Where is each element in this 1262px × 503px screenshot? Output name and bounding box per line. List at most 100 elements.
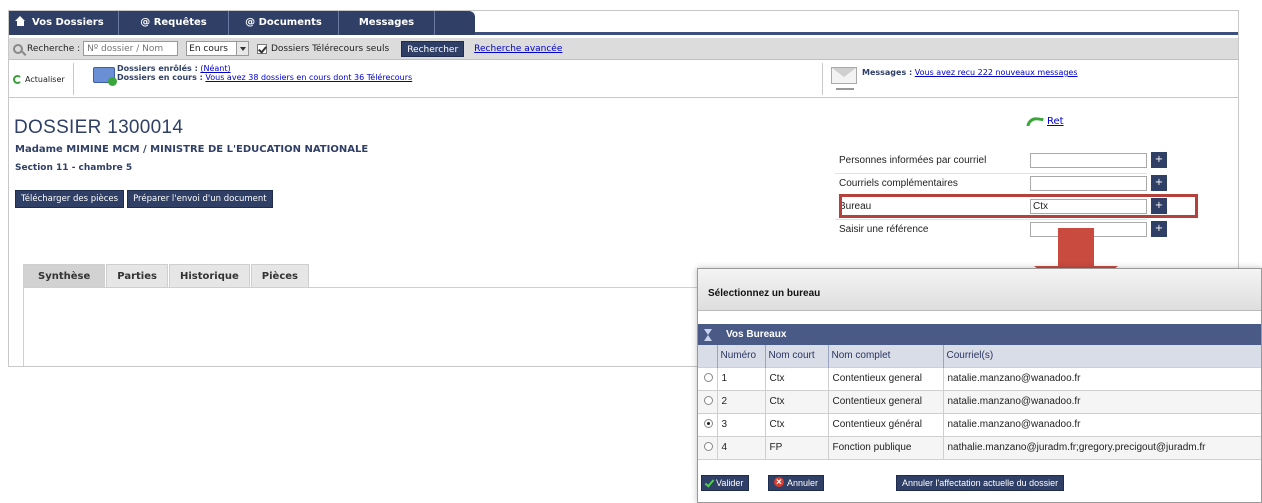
- hourglass-icon: [704, 328, 713, 341]
- cell-nom-court: Ctx: [764, 412, 829, 437]
- dossier-section: Section 11 - chambre 5: [15, 163, 133, 173]
- prepare-document-button[interactable]: Préparer l'envoi d'un document: [127, 190, 273, 208]
- tab-pieces[interactable]: Pièces: [250, 264, 309, 287]
- form-label: Courriels complémentaires: [839, 177, 958, 189]
- form-label: Saisir une référence: [839, 223, 929, 235]
- dossier-parties: Madame MIMINE MCM / MINISTRE DE L'EDUCAT…: [15, 144, 369, 155]
- cell-nom-complet: Contentieux general: [827, 366, 944, 391]
- bureau-radio[interactable]: [704, 372, 713, 382]
- back-link-group[interactable]: Ret: [1026, 115, 1064, 128]
- bureau-radio[interactable]: [704, 418, 713, 428]
- dialog-footer: Valider Annuler Annuler l'affectation ac…: [698, 475, 1261, 493]
- cell-courriel: natalie.manzano@wanadoo.fr: [942, 412, 1261, 437]
- cancel-label: Annuler: [787, 478, 819, 488]
- cancel-icon: [774, 475, 784, 490]
- add-email-button[interactable]: +: [1151, 175, 1167, 191]
- validate-button[interactable]: Valider: [701, 475, 750, 491]
- bureau-radio[interactable]: [704, 441, 713, 451]
- nav-tab-requetes[interactable]: @ Requêtes: [119, 11, 229, 35]
- refresh-button[interactable]: Actualiser: [13, 75, 65, 84]
- nav-tab-documents[interactable]: @ Documents: [229, 11, 339, 35]
- add-reference-button[interactable]: +: [1151, 221, 1167, 237]
- telerecours-only-label: Dossiers Télérecours seuls: [270, 43, 390, 54]
- table-row[interactable]: 2 Ctx Contentieux general natalie.manzan…: [698, 389, 1261, 414]
- table-row[interactable]: 3 Ctx Contentieux général natalie.manzan…: [698, 412, 1261, 437]
- section-title: Vos Bureaux: [726, 329, 787, 340]
- table-header-row: Numéro Nom court Nom complet Courriel(s): [698, 345, 1261, 367]
- tab-historique[interactable]: Historique: [168, 264, 250, 287]
- search-label: Recherche :: [27, 43, 81, 54]
- form-row-reference: Saisir une référence +: [835, 220, 1215, 238]
- column-header-courriels[interactable]: Courriel(s): [942, 345, 1261, 367]
- form-label: Personnes informées par courriel: [839, 154, 987, 166]
- nav-tab-messages[interactable]: Messages: [339, 11, 435, 35]
- enrolled-label: Dossiers enrôlés :: [117, 64, 198, 73]
- cell-nom-court: Ctx: [764, 366, 829, 391]
- cell-nom-complet: Contentieux général: [827, 412, 944, 437]
- advanced-search-link[interactable]: Recherche avancée: [474, 44, 562, 54]
- envelope-icon: [831, 67, 857, 90]
- unassign-button[interactable]: Annuler l'affectation actuelle du dossie…: [896, 475, 1065, 491]
- tab-parties[interactable]: Parties: [106, 264, 168, 287]
- cell-numero: 3: [716, 412, 766, 437]
- search-icon: [13, 43, 23, 54]
- cell-courriel: natalie.manzano@wanadoo.fr: [942, 366, 1261, 391]
- chevron-down-icon: [235, 42, 248, 55]
- home-icon: [15, 16, 26, 26]
- table-row[interactable]: 1 Ctx Contentieux general natalie.manzan…: [698, 366, 1261, 391]
- column-header-nom-court[interactable]: Nom court: [764, 345, 828, 367]
- column-header-select: [698, 345, 717, 367]
- divider: [73, 63, 74, 95]
- add-person-button[interactable]: +: [1151, 152, 1167, 168]
- cell-courriel: nathalie.manzano@juradm.fr;gregory.preci…: [942, 435, 1261, 460]
- back-link[interactable]: Ret: [1047, 116, 1064, 127]
- check-icon: [704, 477, 715, 488]
- search-input[interactable]: [83, 41, 179, 56]
- cell-nom-complet: Contentieux general: [827, 389, 944, 414]
- column-header-numero[interactable]: Numéro: [716, 345, 765, 367]
- info-bar: Actualiser Dossiers enrôlés : (Néant) Do…: [9, 61, 1238, 98]
- search-bar: Recherche : En cours Dossiers Télérecour…: [9, 38, 1238, 60]
- cell-nom-complet: Fonction publique: [827, 435, 944, 460]
- messages-label: Messages :: [862, 68, 913, 77]
- table-row[interactable]: 4 FP Fonction publique nathalie.manzano@…: [698, 435, 1261, 460]
- bureau-highlight-box: [839, 194, 1198, 218]
- messages-link[interactable]: Vous avez recu 222 nouveaux messages: [915, 68, 1078, 77]
- tab-synthese[interactable]: Synthèse: [23, 264, 106, 287]
- cell-courriel: natalie.manzano@wanadoo.fr: [942, 389, 1261, 414]
- cell-nom-court: FP: [764, 435, 829, 460]
- dialog-title: Sélectionnez un bureau: [698, 269, 1261, 311]
- current-dossiers-link[interactable]: Vous avez 38 dossiers en cours dont 36 T…: [205, 73, 412, 82]
- status-select-value: En cours: [189, 43, 228, 54]
- divider: [822, 63, 823, 95]
- dossier-actions: Télécharger des pièces Préparer l'envoi …: [15, 190, 273, 208]
- bureau-radio[interactable]: [704, 395, 713, 405]
- telerecours-only-checkbox[interactable]: [256, 43, 267, 54]
- top-navigation: Vos Dossiers @ Requêtes @ Documents Mess…: [9, 11, 1238, 35]
- folder-icon: [93, 67, 117, 86]
- search-button[interactable]: Rechercher: [401, 40, 465, 57]
- refresh-label: Actualiser: [25, 75, 65, 84]
- column-header-nom-complet[interactable]: Nom complet: [827, 345, 943, 367]
- cell-numero: 1: [716, 366, 766, 391]
- bureaux-table: Numéro Nom court Nom complet Courriel(s)…: [698, 345, 1261, 460]
- page-title: DOSSIER 1300014: [14, 117, 184, 138]
- form-row-extra-emails: Courriels complémentaires +: [835, 174, 1215, 192]
- nav-tab-vos-dossiers[interactable]: Vos Dossiers: [9, 11, 119, 35]
- download-pieces-button[interactable]: Télécharger des pièces: [15, 190, 125, 208]
- persons-informed-field[interactable]: [1030, 152, 1147, 168]
- cell-numero: 4: [716, 435, 766, 460]
- bureau-selection-dialog: Sélectionnez un bureau Vos Bureaux Numér…: [697, 268, 1262, 503]
- dossiers-summary: Dossiers enrôlés : (Néant) Dossiers en c…: [117, 64, 412, 82]
- form-row-persons-informed: Personnes informées par courriel +: [835, 151, 1215, 169]
- cell-nom-court: Ctx: [764, 389, 829, 414]
- enrolled-link[interactable]: (Néant): [200, 64, 230, 73]
- cancel-button[interactable]: Annuler: [768, 475, 825, 491]
- section-header: Vos Bureaux: [698, 324, 1261, 345]
- validate-label: Valider: [716, 478, 744, 488]
- back-arrow-icon: [1026, 115, 1044, 128]
- refresh-icon: [13, 75, 22, 84]
- extra-emails-field[interactable]: [1030, 175, 1147, 191]
- status-select[interactable]: En cours: [186, 41, 249, 56]
- messages-summary: Messages : Vous avez recu 222 nouveaux m…: [862, 68, 1078, 77]
